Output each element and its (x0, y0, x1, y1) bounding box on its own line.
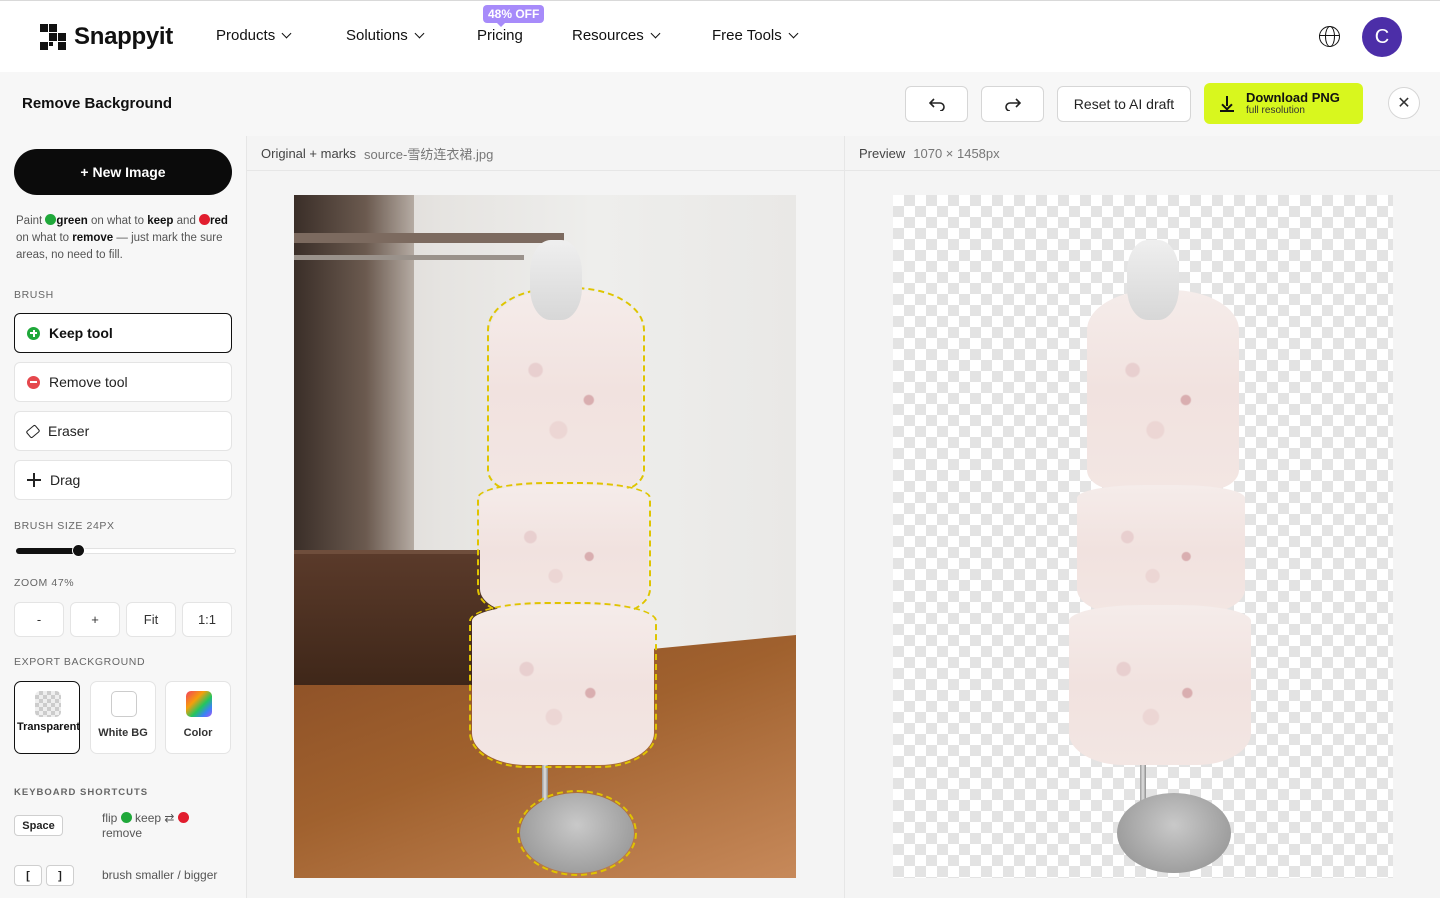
zoom-fit-button[interactable]: Fit (126, 602, 176, 637)
red-dot-icon (199, 214, 211, 225)
remove-tool-label: Remove tool (49, 374, 128, 390)
close-button[interactable]: ✕ (1388, 87, 1420, 119)
redo-icon (1004, 98, 1021, 111)
page-title: Remove Background (22, 95, 173, 112)
download-sub-label: full resolution (1246, 105, 1305, 116)
nav-pricing[interactable]: Pricing (477, 27, 523, 44)
color-swatch-icon (186, 691, 212, 717)
keep-tool-button[interactable]: Keep tool (14, 313, 232, 353)
editor-toolbar: Remove Background Reset to AI draft Down… (0, 72, 1440, 136)
brush-section-label: BRUSH (14, 289, 54, 301)
nav-solutions-label: Solutions (346, 27, 408, 44)
chevron-down-icon (650, 28, 661, 39)
nav-resources[interactable]: Resources (572, 27, 661, 44)
remove-tool-button[interactable]: Remove tool (14, 362, 232, 402)
keyboard-shortcuts-label: KEYBOARD SHORTCUTS (14, 787, 149, 798)
brush-size-slider-fill (16, 548, 78, 554)
avatar[interactable]: C (1362, 17, 1402, 57)
bg-option-transparent[interactable]: Transparent (14, 681, 80, 754)
drag-tool-button[interactable]: Drag (14, 460, 232, 500)
nav-pricing-label: Pricing (477, 27, 523, 44)
logo[interactable]: Snappyit (40, 23, 173, 51)
bg-option-white-label: White BG (98, 727, 148, 739)
nav-products-label: Products (216, 27, 276, 44)
original-panel-header: Original + marks source-雪纺连衣裙.jpg (247, 136, 844, 171)
green-dot-icon (120, 812, 132, 823)
chevron-down-icon (788, 28, 799, 39)
keep-tool-label: Keep tool (49, 325, 113, 341)
transparent-swatch-icon (35, 691, 61, 717)
green-dot-icon (45, 214, 57, 225)
download-icon (1220, 95, 1234, 112)
download-png-button[interactable]: Download PNG full resolution (1204, 83, 1363, 124)
space-key: Space (14, 815, 63, 836)
sidebar: + New Image Paint green on what to keep … (0, 136, 246, 898)
zoom-out-button[interactable]: - (14, 602, 64, 637)
bg-option-color[interactable]: Color (165, 681, 231, 754)
top-nav: Snappyit Products Solutions 48% OFF Pric… (0, 0, 1440, 72)
bracket-left-key: [ (14, 865, 42, 886)
original-file-name: source-雪纺连衣裙.jpg (364, 146, 494, 162)
zoom-label: ZOOM 47% (14, 577, 75, 589)
download-label: Download PNG (1246, 90, 1340, 105)
nav-free-tools-label: Free Tools (712, 27, 782, 44)
bracket-shortcut-desc: brush smaller / bigger (102, 868, 218, 882)
nav-solutions[interactable]: Solutions (346, 27, 425, 44)
preview-image-canvas[interactable] (893, 195, 1393, 878)
plus-circle-icon (27, 326, 40, 340)
export-background-label: EXPORT BACKGROUND (14, 656, 146, 668)
nav-products[interactable]: Products (216, 27, 292, 44)
preview-panel-title: Preview (859, 145, 906, 161)
chevron-down-icon (281, 28, 292, 39)
eraser-tool-label: Eraser (48, 423, 90, 439)
help-text: Paint green on what to keep and red on w… (16, 214, 228, 261)
eraser-tool-button[interactable]: Eraser (14, 411, 232, 451)
zoom-actual-size-button[interactable]: 1:1 (182, 602, 232, 637)
undo-button[interactable] (905, 86, 968, 122)
bg-option-color-label: Color (183, 727, 213, 739)
bracket-right-key: ] (46, 865, 74, 886)
redo-button[interactable] (981, 86, 1044, 122)
preview-panel-header: Preview 1070 × 1458px (845, 136, 1440, 171)
brush-size-slider-handle[interactable] (72, 544, 85, 557)
zoom-in-button[interactable]: + (70, 602, 120, 637)
nav-free-tools[interactable]: Free Tools (712, 27, 799, 44)
minus-circle-icon (27, 375, 40, 389)
logo-text: Snappyit (74, 23, 173, 50)
chevron-down-icon (414, 28, 425, 39)
promo-badge: 48% OFF (483, 5, 545, 27)
bg-option-white[interactable]: White BG (90, 681, 156, 754)
space-shortcut-desc: flip keep ⇄ remove (102, 811, 189, 841)
red-dot-icon (177, 812, 189, 823)
drag-tool-label: Drag (50, 472, 81, 488)
globe-icon[interactable] (1319, 26, 1340, 47)
brush-size-label: BRUSH SIZE 24PX (14, 520, 115, 532)
original-panel-title: Original + marks (261, 145, 356, 161)
preview-dimensions: 1070 × 1458px (913, 145, 1000, 161)
close-icon: ✕ (1397, 95, 1411, 112)
bg-option-transparent-label: Transparent (17, 721, 80, 733)
new-image-button[interactable]: + New Image (14, 149, 232, 195)
logo-icon (40, 24, 66, 50)
white-swatch-icon (111, 691, 137, 717)
original-image-canvas[interactable] (294, 195, 796, 878)
move-icon (27, 473, 41, 487)
reset-to-ai-draft-button[interactable]: Reset to AI draft (1057, 86, 1191, 122)
eraser-icon (25, 423, 41, 439)
undo-icon (928, 98, 945, 111)
nav-resources-label: Resources (572, 27, 644, 44)
